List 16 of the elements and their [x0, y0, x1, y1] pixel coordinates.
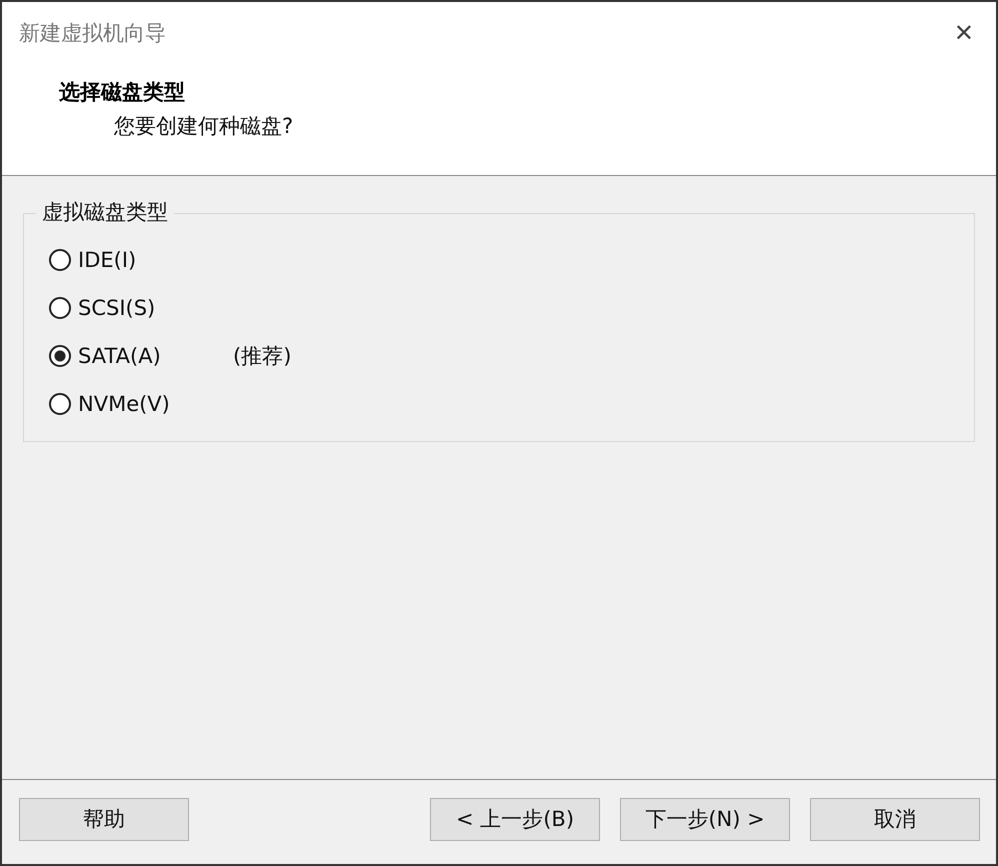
dialog-button[interactable]: 下一步(N) > — [620, 798, 790, 840]
recommended-note: (推荐) — [233, 343, 292, 370]
page-subheading: 您要创建何种磁盘? — [114, 113, 294, 140]
radio-button[interactable] — [49, 345, 71, 367]
option-label[interactable]: SCSI(S) — [78, 294, 233, 322]
radio-button[interactable] — [49, 249, 71, 271]
option-label[interactable]: SATA(A) — [78, 342, 233, 370]
dialog-button[interactable]: 帮助 — [19, 798, 189, 840]
radio-button[interactable] — [49, 297, 71, 319]
dialog-button[interactable]: 取消 — [810, 798, 980, 840]
page-heading: 选择磁盘类型 — [59, 79, 186, 106]
radio-button[interactable] — [49, 393, 71, 415]
dialog-button[interactable]: < 上一步(B) — [430, 798, 600, 840]
option-label[interactable]: NVMe(V) — [78, 390, 233, 418]
option-label[interactable]: IDE(I) — [78, 246, 233, 274]
window-title: 新建虚拟机向导 — [19, 20, 166, 47]
